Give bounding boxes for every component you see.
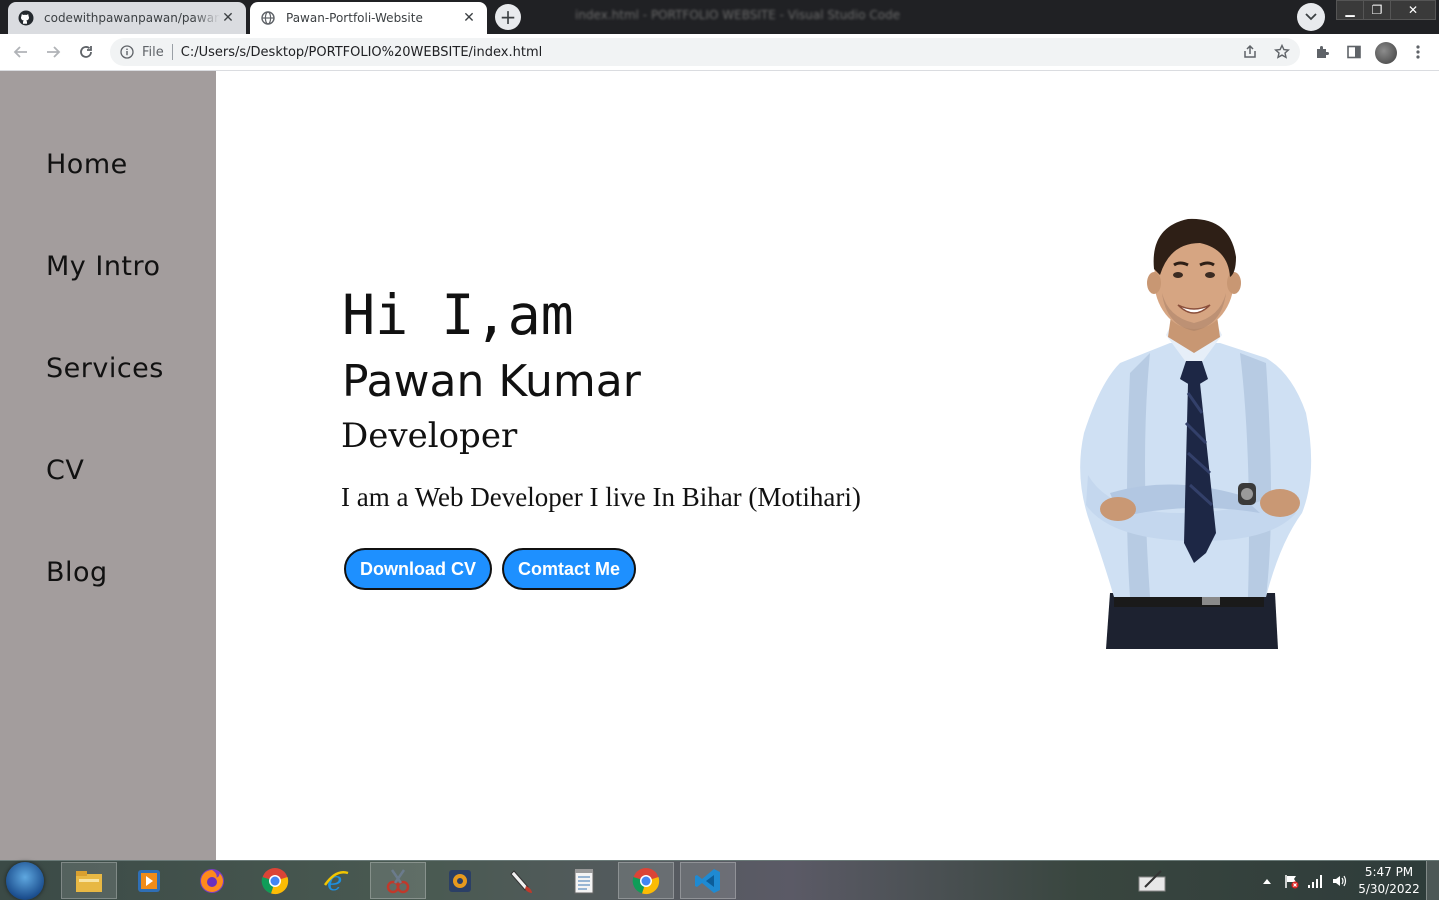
browser-tab-strip: index.html - PORTFOLIO WEBSITE - Visual … (0, 0, 1439, 34)
sidebar: Home My Intro Services CV Blog (0, 71, 216, 860)
side-panel-icon[interactable] (1344, 42, 1364, 62)
arrow-right-icon (47, 46, 61, 58)
action-center-flag-icon[interactable] (1283, 873, 1299, 889)
tab-github[interactable]: codewithpawanpawan/pawan-portfolio-websi… (8, 2, 246, 34)
taskbar-snipping-tool[interactable] (370, 862, 426, 899)
portfolio-page: Home My Intro Services CV Blog Hi I,am P… (0, 71, 1439, 860)
share-icon[interactable] (1240, 42, 1260, 62)
tab-search-button[interactable] (1297, 3, 1325, 31)
tab-title: Pawan-Portfoli-Website (286, 11, 423, 25)
taskbar-vscode[interactable] (680, 862, 736, 899)
nav-my-intro[interactable]: My Intro (46, 251, 161, 282)
chevron-down-icon (1305, 13, 1317, 21)
taskbar-notepad[interactable] (556, 862, 612, 899)
forward-button[interactable] (42, 41, 64, 63)
minimize-button[interactable]: ▁ (1336, 0, 1364, 20)
menu-kebab-icon[interactable] (1408, 42, 1428, 62)
taskbar-chrome[interactable] (247, 862, 303, 899)
media-center-icon (449, 869, 471, 892)
reload-button[interactable] (75, 41, 97, 63)
extensions-icon[interactable] (1312, 42, 1332, 62)
new-tab-button[interactable]: + (495, 4, 521, 30)
window-title-blur: index.html - PORTFOLIO WEBSITE - Visual … (575, 8, 901, 22)
file-explorer-icon (76, 870, 102, 892)
nav-services[interactable]: Services (46, 353, 164, 384)
close-icon[interactable]: ✕ (220, 10, 236, 26)
hero-role: Developer (341, 416, 518, 456)
taskbar-chrome-active[interactable] (618, 862, 674, 899)
snipping-tool-icon (386, 868, 410, 893)
network-signal-icon[interactable] (1307, 873, 1323, 889)
hero-greeting: Hi I,am (342, 283, 574, 347)
url-text[interactable]: C:/Users/s/Desktop/PORTFOLIO%20WEBSITE/i… (181, 45, 542, 60)
tray-expand-icon[interactable] (1259, 873, 1275, 889)
chrome-icon (632, 867, 660, 894)
bookmark-star-icon[interactable] (1272, 42, 1292, 62)
show-desktop-button[interactable] (1426, 861, 1439, 900)
hero-bio: I am a Web Developer I live In Bihar (Mo… (341, 482, 861, 512)
profile-avatar[interactable] (1375, 42, 1397, 64)
globe-icon (260, 10, 276, 26)
nav-home[interactable]: Home (46, 149, 128, 180)
maximize-button[interactable]: ❐ (1363, 0, 1391, 20)
nav-cv[interactable]: CV (46, 455, 84, 486)
volume-icon[interactable] (1331, 873, 1347, 889)
paint-brush-icon (510, 869, 532, 893)
reload-icon (80, 46, 92, 58)
pen-input-icon[interactable] (1136, 868, 1168, 894)
windows-taskbar: e 5:47 PM 5/30/2022 (0, 860, 1439, 900)
scheme-label: File (142, 44, 164, 60)
nav-blog[interactable]: Blog (46, 557, 108, 588)
close-icon[interactable]: ✕ (461, 10, 477, 26)
arrow-left-icon (13, 46, 27, 58)
taskbar-internet-explorer[interactable]: e (308, 862, 364, 899)
internet-explorer-icon: e (323, 867, 349, 895)
browser-toolbar: File C:/Users/s/Desktop/PORTFOLIO%20WEBS… (0, 34, 1439, 71)
start-button[interactable] (6, 862, 44, 900)
firefox-icon (200, 868, 224, 893)
taskbar-paint[interactable] (494, 862, 550, 899)
tab-title: codewithpawanpawan/pawan-portfolio-websi… (44, 11, 220, 25)
taskbar-media-center[interactable] (432, 862, 488, 899)
tab-portfolio[interactable]: Pawan-Portfoli-Website ✕ (250, 2, 487, 34)
address-bar[interactable]: File C:/Users/s/Desktop/PORTFOLIO%20WEBS… (110, 38, 1300, 66)
contact-me-button[interactable]: Comtact Me (502, 548, 636, 590)
divider (171, 44, 173, 60)
profile-portrait-image (1080, 218, 1312, 649)
notepad-icon (574, 868, 594, 893)
clock-time[interactable]: 5:47 PM (1355, 865, 1423, 879)
info-icon[interactable] (119, 44, 135, 60)
vscode-icon (695, 868, 720, 893)
github-icon (18, 10, 34, 26)
hero-name: Pawan Kumar (342, 356, 641, 407)
window-close-button[interactable]: ✕ (1390, 0, 1436, 20)
clock-date[interactable]: 5/30/2022 (1355, 882, 1423, 896)
back-button[interactable] (10, 41, 32, 63)
download-cv-button[interactable]: Download CV (344, 548, 492, 590)
chrome-icon (261, 867, 289, 894)
taskbar-firefox[interactable] (184, 862, 240, 899)
taskbar-media-player[interactable] (121, 862, 177, 899)
media-player-icon (138, 869, 160, 892)
taskbar-file-explorer[interactable] (61, 862, 117, 899)
